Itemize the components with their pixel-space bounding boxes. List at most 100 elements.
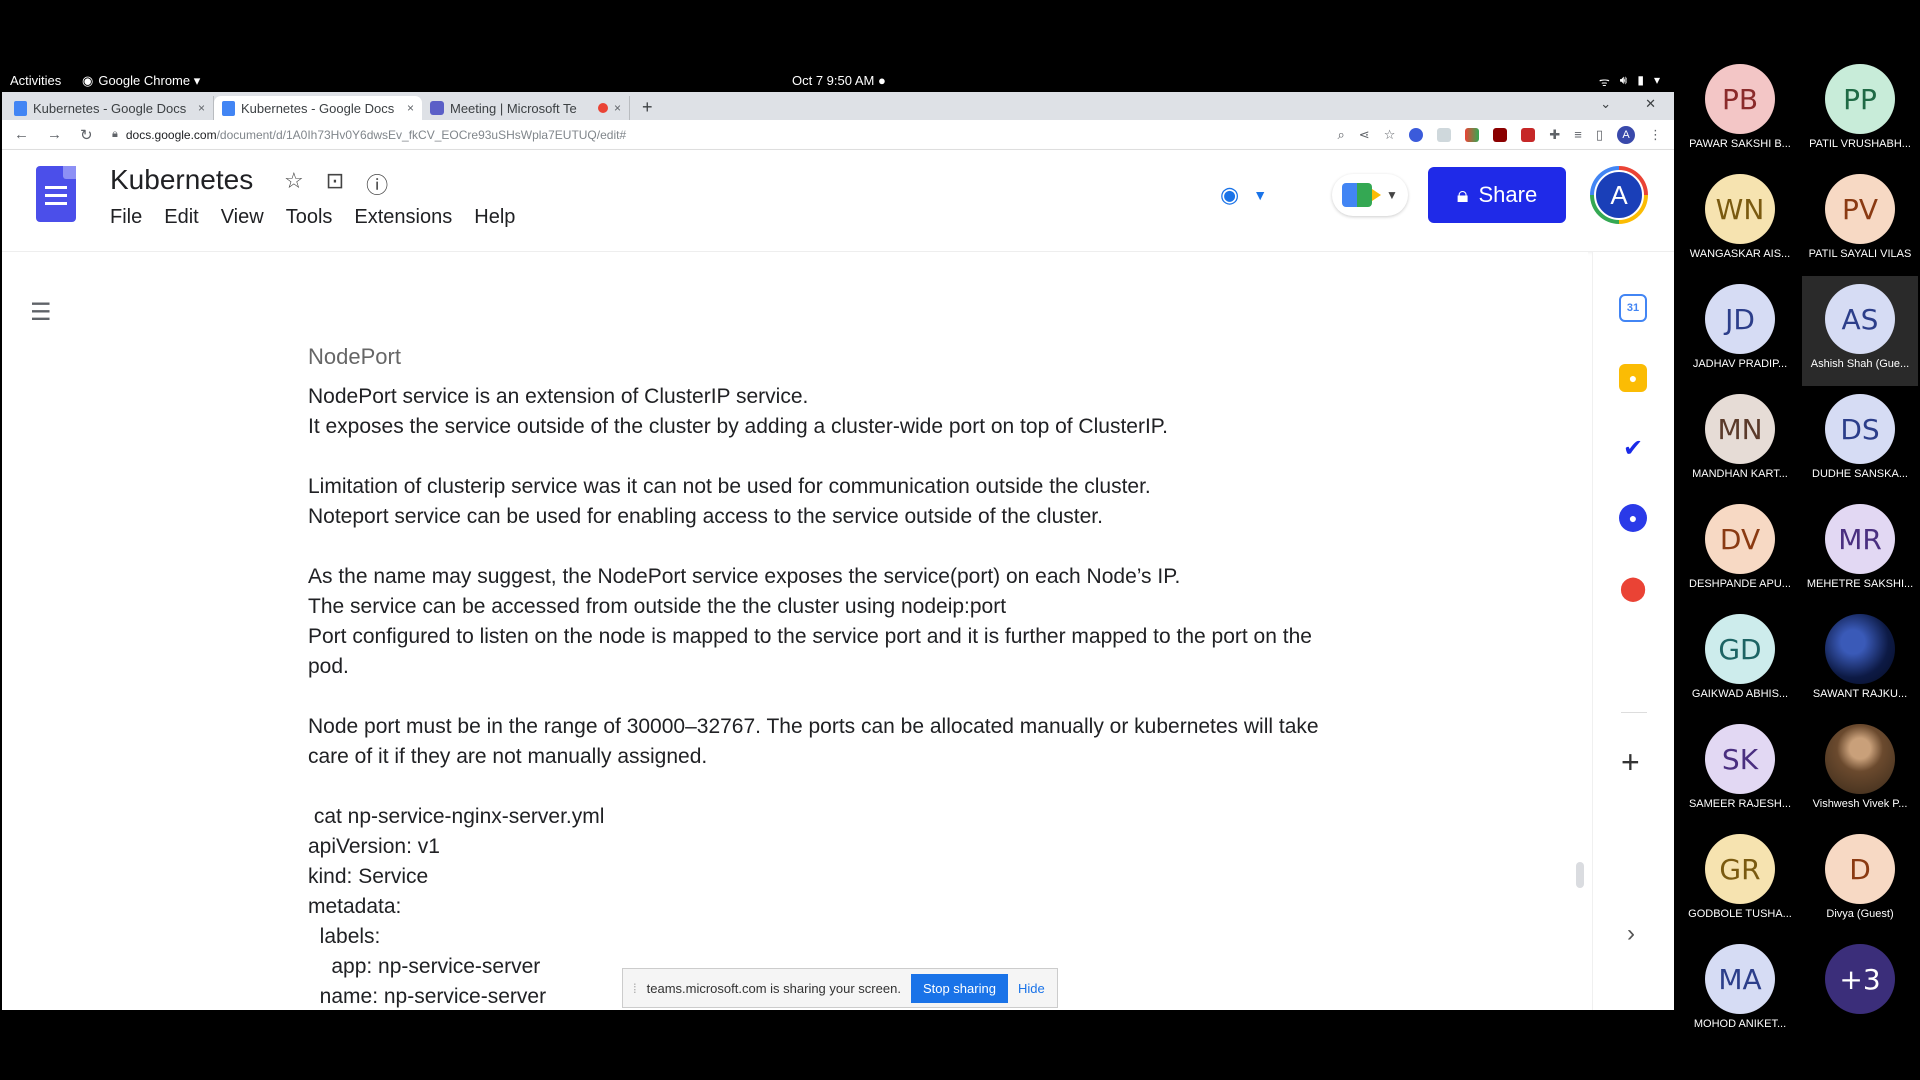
move-folder-icon[interactable]: ⊡ <box>326 168 344 200</box>
participant-tile[interactable]: PV PATIL SAYALI VILAS <box>1802 166 1918 276</box>
extension-icon[interactable] <box>1437 127 1452 142</box>
maps-icon[interactable]: ⬤ <box>1619 574 1647 602</box>
docs-header: Kubernetes ☆ ⊡ ⓘ File Edit View Tools Ex… <box>2 150 1674 252</box>
extensions-area: ⌕ ⋖ ☆ ✚ ≡ ▯ A ⋮ <box>1338 125 1675 144</box>
participant-tile[interactable]: DS DUDHE SANSKA... <box>1802 386 1918 496</box>
participant-name: Divya (Guest) <box>1826 908 1894 920</box>
menu-edit[interactable]: Edit <box>164 206 198 229</box>
menu-extensions[interactable]: Extensions <box>354 206 452 229</box>
menu-view[interactable]: View <box>221 206 264 229</box>
tab-close-icon[interactable]: × <box>198 101 205 115</box>
nav-buttons: ← → ↻ <box>2 126 112 144</box>
avatar: +3 <box>1825 944 1895 1014</box>
menu-tools[interactable]: Tools <box>286 206 333 229</box>
side-panel-icon[interactable]: ▯ <box>1596 127 1603 143</box>
puzzle-icon[interactable]: ✚ <box>1549 127 1560 143</box>
meet-button[interactable]: ▼ <box>1332 174 1408 216</box>
document-canvas[interactable]: ☰ NodePort NodePort service is an extens… <box>2 252 1588 1010</box>
participant-name: PAWAR SAKSHI B... <box>1689 138 1791 150</box>
calendar-icon[interactable]: 31 <box>1619 294 1647 322</box>
paragraph-line: Noteport service can be used for enablin… <box>308 505 1103 528</box>
extension-icon[interactable] <box>1521 127 1536 142</box>
contacts-icon[interactable]: ● <box>1619 504 1647 532</box>
bookmark-star-icon[interactable]: ☆ <box>1384 127 1396 143</box>
more-participants-button[interactable]: +3 <box>1802 936 1918 1046</box>
stop-sharing-button[interactable]: Stop sharing <box>910 973 1008 1003</box>
extension-icon[interactable] <box>1465 127 1480 142</box>
participant-tile[interactable]: JD JADHAV PRADIP... <box>1682 276 1798 386</box>
shared-screen: Activities ◉ Google Chrome ▾ Oct 7 9:50 … <box>2 70 1674 1010</box>
vertical-scrollbar[interactable] <box>1576 862 1584 888</box>
tab-search-icon[interactable]: ⌄ <box>1600 96 1611 112</box>
avatar: DS <box>1825 394 1895 464</box>
chevron-right-icon[interactable]: › <box>1627 920 1635 948</box>
docs-logo-icon[interactable] <box>36 166 76 222</box>
participant-tile[interactable]: MN MANDHAN KART... <box>1682 386 1798 496</box>
address-bar[interactable]: 🔒︎ docs.google.com/document/d/1A0Ih73Hv0… <box>112 128 1338 142</box>
tab-kubernetes-2[interactable]: Kubernetes - Google Docs × <box>214 96 422 120</box>
participant-name: WANGASKAR AIS... <box>1689 248 1791 260</box>
document-title[interactable]: Kubernetes <box>110 164 253 196</box>
hide-button[interactable]: Hide <box>1018 981 1045 996</box>
close-window-icon[interactable]: ✕ <box>1645 96 1656 112</box>
tab-teams-meeting[interactable]: Meeting | Microsoft Te × <box>422 96 630 120</box>
avatar: MR <box>1825 504 1895 574</box>
avatar: WN <box>1705 174 1775 244</box>
participant-tile[interactable]: SK SAMEER RAJESH... <box>1682 716 1798 826</box>
participant-tile[interactable]: MA MOHOD ANIKET... <box>1682 936 1798 1046</box>
menu-help[interactable]: Help <box>474 206 515 229</box>
share-button[interactable]: 🔒︎ Share <box>1428 167 1566 223</box>
back-icon[interactable]: ← <box>14 126 29 144</box>
participant-tile[interactable]: D Divya (Guest) <box>1802 826 1918 936</box>
reading-list-icon[interactable]: ≡ <box>1574 127 1582 142</box>
viewing-mode-button[interactable]: ◉ ▼ <box>1220 182 1267 208</box>
tab-strip: Kubernetes - Google Docs × Kubernetes - … <box>2 92 1674 120</box>
info-icon[interactable]: ⓘ <box>366 168 388 200</box>
code-line: metadata: <box>308 895 402 918</box>
outline-icon[interactable]: ☰ <box>30 298 52 327</box>
participant-tile[interactable]: PB PAWAR SAKSHI B... <box>1682 56 1798 166</box>
participant-name: JADHAV PRADIP... <box>1692 358 1788 370</box>
participant-tile[interactable]: DV DESHPANDE APU... <box>1682 496 1798 606</box>
document-page[interactable]: NodePort NodePort service is an extensio… <box>308 342 1348 1010</box>
participant-name: MANDHAN KART... <box>1692 468 1788 480</box>
lock-icon[interactable]: 🔒︎ <box>112 128 118 141</box>
participant-tile[interactable]: SAWANT RAJKU... <box>1802 606 1918 716</box>
clock[interactable]: Oct 7 9:50 AM ● <box>792 73 886 88</box>
participant-tile[interactable]: GR GODBOLE TUSHA... <box>1682 826 1798 936</box>
forward-icon[interactable]: → <box>47 126 62 144</box>
system-tray[interactable]: ᯤ 🔊︎ ▮ ▾ <box>1599 73 1660 90</box>
app-menu[interactable]: ◉ Google Chrome ▾ <box>82 73 200 89</box>
participant-tile[interactable]: Vishwesh Vivek P... <box>1802 716 1918 826</box>
participant-tile[interactable]: GD GAIKWAD ABHIS... <box>1682 606 1798 716</box>
add-addon-icon[interactable]: + <box>1621 744 1640 781</box>
drag-handle-icon[interactable]: ⁞ <box>633 981 637 996</box>
url-path: /document/d/1A0Ih73Hv0Y6dwsEv_fkCV_EOCre… <box>216 127 627 142</box>
participant-name: PATIL SAYALI VILAS <box>1808 248 1912 260</box>
keep-icon[interactable]: ● <box>1619 364 1647 392</box>
screen-sharing-bar: ⁞ teams.microsoft.com is sharing your sc… <box>622 968 1058 1008</box>
battery-icon: ▮ <box>1637 73 1644 87</box>
star-icon[interactable]: ☆ <box>284 168 304 200</box>
extension-icon[interactable] <box>1493 127 1508 142</box>
activities-button[interactable]: Activities <box>10 73 61 88</box>
paragraph-line: Limitation of clusterip service was it c… <box>308 475 1151 498</box>
tab-close-icon[interactable]: × <box>407 101 414 115</box>
participant-tile[interactable]: PP PATIL VRUSHABH... <box>1802 56 1918 166</box>
menu-file[interactable]: File <box>110 206 142 229</box>
participant-tile[interactable]: MR MEHETRE SAKSHI... <box>1802 496 1918 606</box>
participant-tile[interactable]: WN WANGASKAR AIS... <box>1682 166 1798 276</box>
participant-tile[interactable]: AS Ashish Shah (Gue... <box>1802 276 1918 386</box>
reload-icon[interactable]: ↻ <box>80 126 93 144</box>
new-tab-button[interactable]: + <box>642 96 653 120</box>
avatar: PV <box>1825 174 1895 244</box>
tasks-icon[interactable]: ✔ <box>1619 434 1647 462</box>
tab-close-icon[interactable]: × <box>614 101 621 115</box>
extension-icon[interactable] <box>1409 127 1424 142</box>
tab-kubernetes-1[interactable]: Kubernetes - Google Docs × <box>6 96 214 120</box>
kebab-menu-icon[interactable]: ⋮ <box>1649 127 1662 143</box>
profile-avatar[interactable]: A <box>1617 125 1635 144</box>
account-avatar[interactable]: A <box>1590 166 1648 224</box>
zoom-icon[interactable]: ⌕ <box>1338 127 1345 143</box>
share-page-icon[interactable]: ⋖ <box>1359 127 1370 143</box>
